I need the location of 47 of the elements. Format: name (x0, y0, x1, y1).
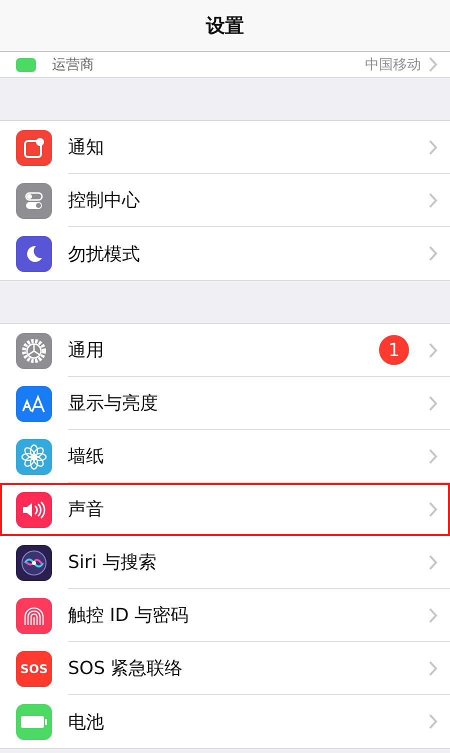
row-label: SOS 紧急联络 (68, 657, 184, 680)
row-label: 声音 (68, 498, 105, 521)
text-size-icon (21, 394, 47, 414)
row-label: 电池 (68, 710, 105, 734)
chevron-icon (429, 554, 438, 570)
phone-icon (16, 58, 36, 72)
row-label: 控制中心 (68, 189, 141, 212)
chevron-icon (429, 448, 438, 464)
speaker-icon (21, 500, 47, 520)
chevron-icon (429, 57, 438, 72)
toggles-icon (23, 190, 45, 212)
settings-row[interactable]: Siri 与搜索 (0, 536, 450, 589)
chevron-icon (429, 714, 438, 729)
row-label: 通用 (68, 339, 105, 362)
chevron-icon (429, 502, 438, 516)
chevron-icon (429, 192, 438, 208)
chevron-icon (429, 608, 438, 622)
icon-label: SOS (20, 662, 48, 676)
row-label: 墙纸 (68, 445, 105, 468)
carrier-row[interactable]: 运营商 中国移动 (0, 52, 450, 78)
settings-row[interactable]: 通知 (0, 121, 450, 174)
carrier-value: 中国移动 (365, 56, 421, 74)
settings-row[interactable]: 电池 (0, 695, 450, 748)
row-label: 通知 (68, 136, 105, 159)
flower-icon (21, 444, 47, 470)
notification-badge: 1 (379, 335, 409, 365)
page-title: 设置 (206, 14, 244, 38)
notification-icon (23, 136, 45, 158)
row-label: 运营商 (52, 56, 95, 74)
settings-row[interactable]: 通用 1 (0, 324, 450, 377)
chevron-icon (429, 342, 438, 358)
highlighted-settings-row[interactable]: 声音 (0, 483, 450, 536)
settings-row[interactable]: 墙纸 (0, 430, 450, 483)
row-label: 显示与亮度 (68, 392, 159, 415)
settings-row[interactable]: 触控 ID 与密码 (0, 589, 450, 642)
row-label: Siri 与搜索 (68, 551, 158, 574)
row-label: 勿扰模式 (68, 242, 141, 266)
chevron-icon (429, 660, 438, 676)
row-label: 触控 ID 与密码 (68, 604, 190, 627)
settings-row[interactable]: 控制中心 (0, 174, 450, 227)
chevron-icon (429, 396, 438, 410)
settings-row[interactable]: 勿扰模式 (0, 227, 450, 280)
chevron-icon (429, 140, 438, 154)
settings-row[interactable]: SOS SOS 紧急联络 (0, 642, 450, 695)
battery-icon (20, 714, 48, 730)
chevron-icon (429, 246, 438, 261)
settings-row[interactable]: 显示与亮度 (0, 377, 450, 430)
